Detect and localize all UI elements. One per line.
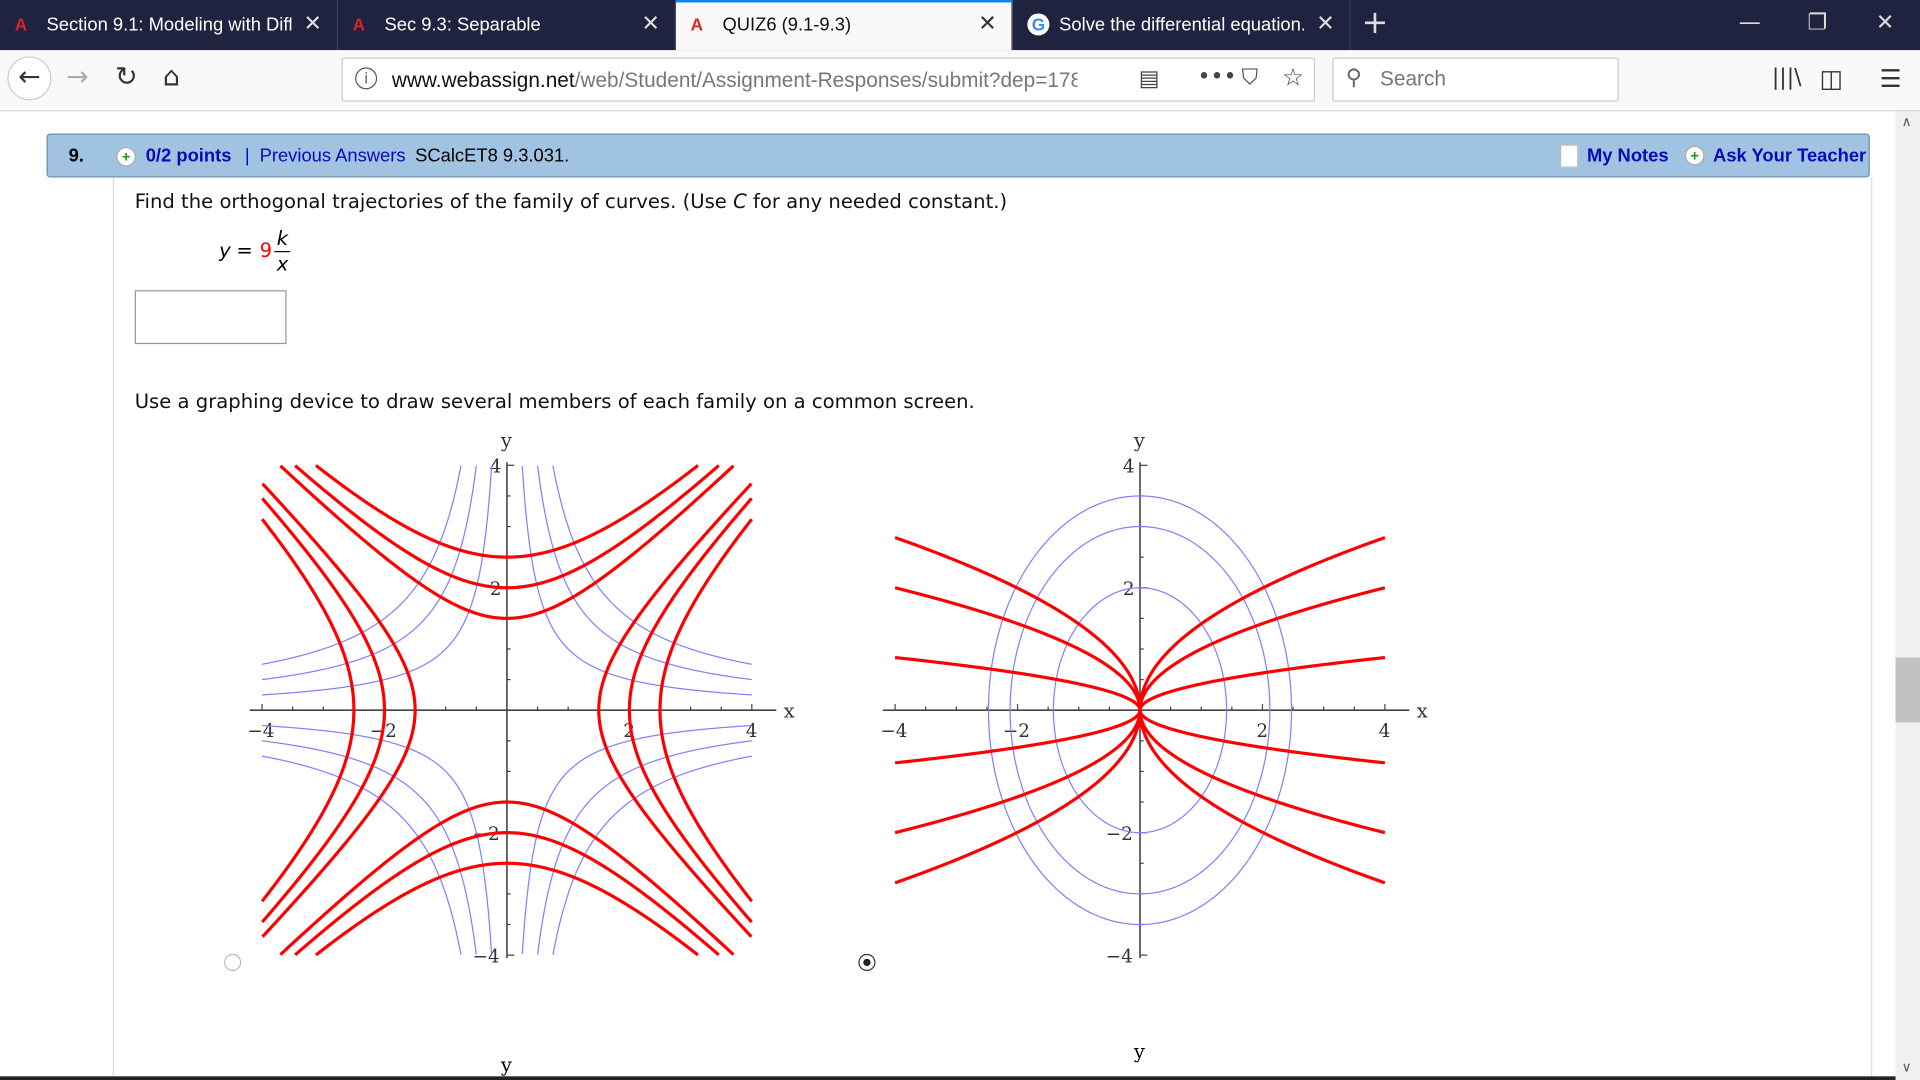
graph-1: xy−4 −2 2 442−2−4: [247, 429, 794, 968]
x-tick-label: −2: [1003, 721, 1030, 742]
graph-option-radio-1[interactable]: [224, 953, 242, 972]
x-tick-label: −4: [247, 721, 274, 742]
y-tick-label: 4: [1123, 457, 1135, 478]
y-axis-label: y: [1133, 429, 1145, 452]
bottom-edge: [0, 1076, 1896, 1080]
graph-option-radio-2[interactable]: [858, 953, 876, 972]
browser-window: A Section 9.1: Modeling with Diffe ✕ A S…: [0, 0, 1920, 1080]
next-graph-y-label: y: [1133, 1039, 1145, 1063]
x-tick-label: 4: [1379, 721, 1391, 742]
x-axis-label: x: [784, 700, 795, 723]
y-axis-label: y: [500, 429, 512, 452]
x-tick-label: 4: [746, 721, 758, 742]
y-tick-label: −4: [1106, 946, 1133, 967]
x-axis-label: x: [1417, 700, 1428, 723]
y-tick-label: −4: [473, 946, 500, 967]
x-tick-label: −4: [880, 721, 907, 742]
x-tick-label: 2: [1256, 721, 1268, 742]
next-graph-y-label: y: [500, 1053, 512, 1077]
y-tick-label: 2: [490, 579, 502, 600]
graph-2: xy−4 −2 2 442−2−4: [880, 429, 1427, 968]
graphs-area: xy−4 −2 2 442−2−4xy−4 −2 2 442−2−4: [247, 429, 1427, 968]
y-tick-label: −2: [1106, 824, 1133, 845]
